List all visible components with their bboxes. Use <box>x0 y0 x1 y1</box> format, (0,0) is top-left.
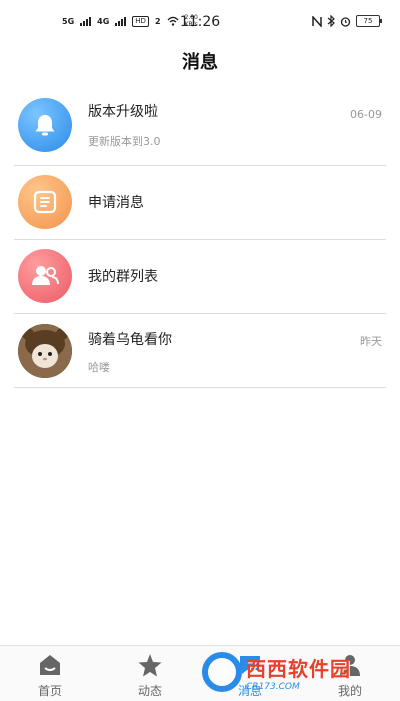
message-item-version-update[interactable]: 版本升级啦 更新版本到3.0 06-09 <box>14 86 386 166</box>
message-title: 骑着乌龟看你 <box>88 332 172 348</box>
message-item-group-list[interactable]: 我的群列表 <box>14 240 386 314</box>
battery-level: 75 <box>363 17 373 25</box>
message-title: 申请消息 <box>88 195 144 211</box>
star-icon <box>138 654 162 677</box>
cat-photo-icon <box>18 324 72 378</box>
nfc-icon <box>312 15 322 27</box>
watermark-text: 西西软件园 CR173.COM <box>246 653 351 692</box>
watermark: 西西软件园 CR173.COM <box>202 650 382 694</box>
document-avatar <box>18 175 72 229</box>
group-icon <box>32 266 59 285</box>
home-icon <box>40 655 60 675</box>
message-title: 我的群列表 <box>88 269 158 285</box>
group-avatar <box>18 249 72 303</box>
bell-avatar <box>18 98 72 152</box>
nav-moments-label: 动态 <box>137 684 162 698</box>
watermark-sub: CR173.COM <box>246 681 300 692</box>
message-item-chat[interactable]: 骑着乌龟看你 哈喽 昨天 <box>14 314 386 388</box>
status-bar: 5G 4G HD 2 2.00 KB/s 11:26 75 <box>0 0 400 44</box>
nav-home-label: 首页 <box>37 684 62 698</box>
message-subtitle: 哈喽 <box>88 361 110 374</box>
status-right: 75 <box>312 15 382 27</box>
bluetooth-icon <box>327 15 335 27</box>
message-subtitle: 更新版本到3.0 <box>88 135 161 148</box>
nav-home[interactable]: 首页 <box>0 646 100 701</box>
battery-icon: 75 <box>356 15 382 27</box>
message-list: 版本升级啦 更新版本到3.0 06-09 申请消息 我的群列表 骑着乌龟看你 哈… <box>14 86 386 388</box>
message-time: 昨天 <box>360 335 382 348</box>
bell-icon <box>35 115 55 136</box>
watermark-logo-icon <box>202 652 242 692</box>
message-title: 版本升级啦 <box>88 104 158 120</box>
user-photo-avatar <box>18 324 72 378</box>
nav-moments[interactable]: 动态 <box>100 646 200 701</box>
page-title: 消息 <box>182 52 218 73</box>
document-icon <box>33 190 57 214</box>
message-time: 06-09 <box>350 108 382 121</box>
alarm-icon <box>340 16 351 27</box>
message-item-apply[interactable]: 申请消息 <box>14 166 386 240</box>
watermark-main: 西西软件园 <box>246 656 351 681</box>
